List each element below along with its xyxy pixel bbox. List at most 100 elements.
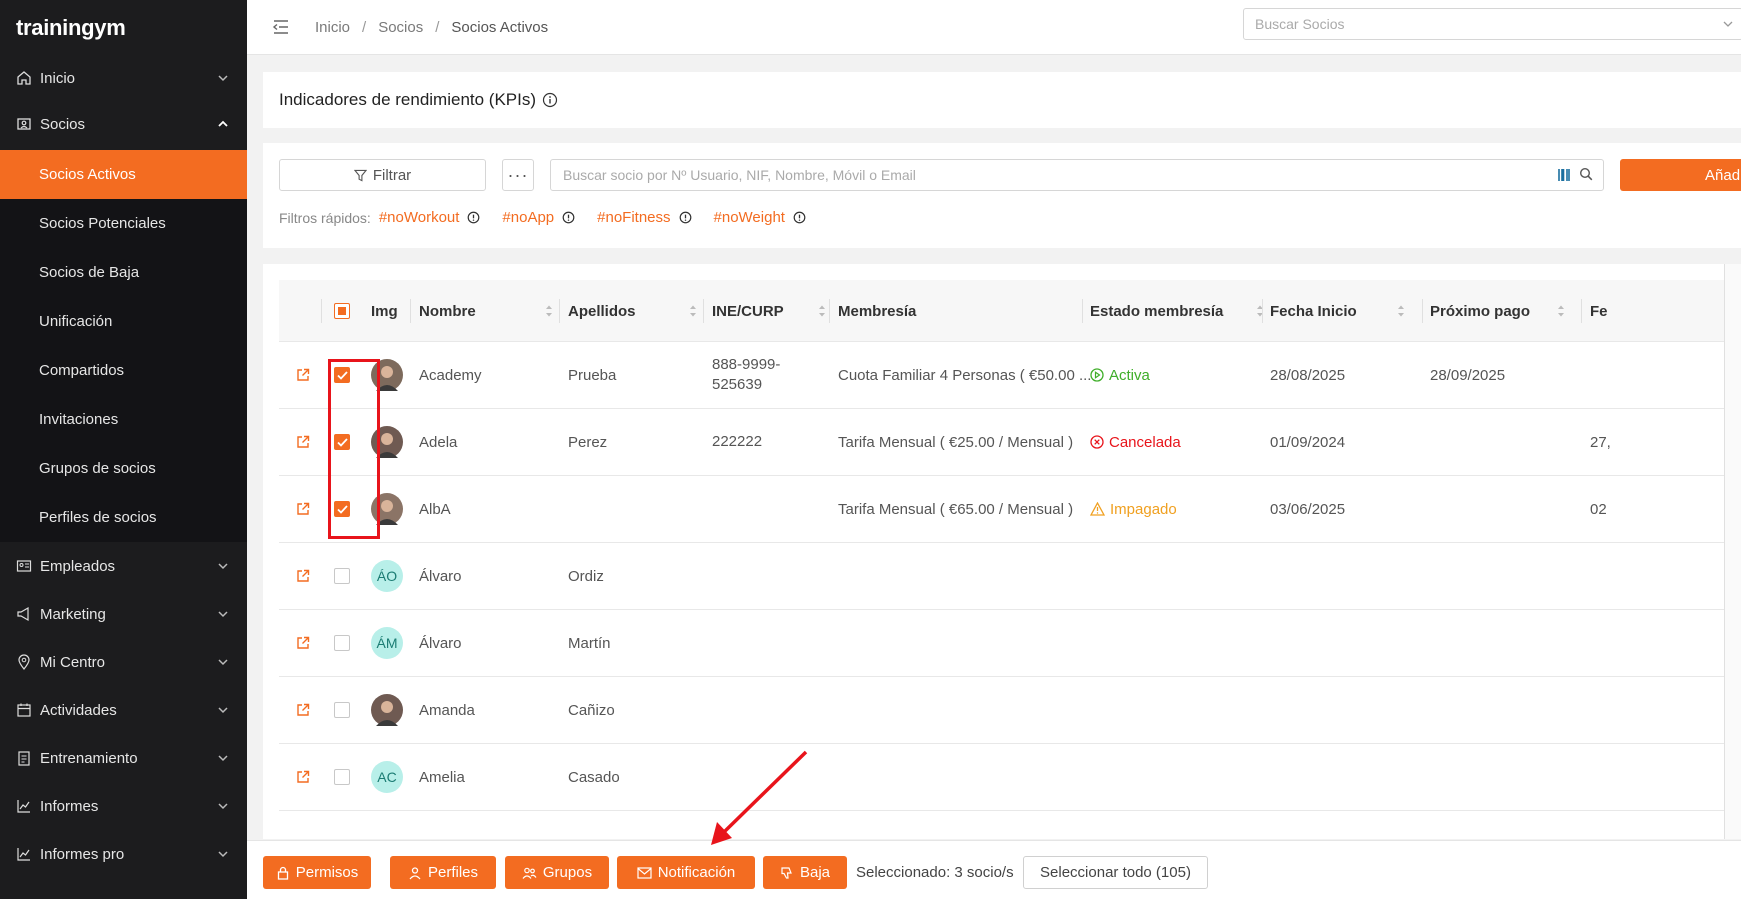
column-header-label: Próximo pago [1430, 302, 1531, 320]
select-all-checkbox[interactable] [334, 303, 350, 319]
table-row[interactable]: AC Amelia Casado [279, 744, 1741, 811]
perfiles-button[interactable]: Perfiles [390, 856, 496, 889]
sidebar-item-mi-centro[interactable]: Mi Centro [0, 638, 247, 686]
select-all-checkbox-cell[interactable] [334, 280, 350, 342]
open-member-link[interactable] [296, 610, 310, 676]
column-divider [829, 299, 830, 323]
row-checkbox[interactable] [334, 635, 350, 651]
notificacion-button[interactable]: Notificación [617, 856, 755, 889]
app-logo[interactable]: trainingym [0, 0, 247, 56]
notificacion-label: Notificación [657, 864, 736, 881]
sidebar-item-empleados[interactable]: Empleados [0, 542, 247, 590]
search-socios-select[interactable]: Buscar Socios [1243, 8, 1741, 40]
baja-button[interactable]: Baja [763, 856, 847, 889]
column-header-apellidos[interactable]: Apellidos [568, 280, 708, 342]
table-row[interactable]: AlbA Tarifa Mensual ( €65.00 / Mensual ) I… [279, 476, 1741, 543]
sidebar-sub-compartidos[interactable]: Compartidos [0, 346, 247, 395]
table-scroll-edge[interactable] [1724, 264, 1741, 839]
sidebar: trainingym Inicio Socios Socios Activos … [0, 0, 247, 899]
bulk-actions-bar: Permisos Perfiles Grupos Notificación Ba… [247, 840, 1741, 899]
cell-apellidos: Casado [568, 768, 620, 786]
row-checkbox[interactable] [334, 702, 350, 718]
row-checkbox-cell[interactable] [334, 677, 350, 743]
cell-membresia: Tarifa Mensual ( €25.00 / Mensual ) [838, 433, 1074, 451]
quick-filter-noweight[interactable]: #noWeight [714, 209, 820, 226]
sidebar-item-entrenamiento[interactable]: Entrenamiento [0, 734, 247, 782]
table-row[interactable]: Amanda Cañizo [279, 677, 1741, 744]
quick-filter-noapp[interactable]: #noApp [502, 209, 589, 226]
sidebar-sub-invitaciones[interactable]: Invitaciones [0, 395, 247, 444]
search-icon[interactable] [1579, 167, 1593, 181]
table-row[interactable]: Academy Prueba 888-9999-525639 Cuota Famili… [279, 342, 1741, 409]
info-icon[interactable] [562, 211, 575, 224]
cell-proximo-pago: 28/09/2025 [1430, 366, 1506, 384]
info-icon[interactable] [542, 92, 558, 108]
cell-nombre: Álvaro [419, 567, 462, 585]
table-row[interactable]: Adela Perez 222222 Tarifa Mensual ( €25.00 … [279, 409, 1741, 476]
socios-submenu: Socios Activos Socios Potenciales Socios… [0, 148, 247, 542]
lock-icon [277, 866, 288, 880]
sidebar-item-socios[interactable]: Socios [0, 100, 247, 148]
more-options-button[interactable]: ··· [502, 159, 534, 191]
filter-button-label: Filtrar [372, 166, 412, 184]
sidebar-sub-grupos[interactable]: Grupos de socios [0, 444, 247, 493]
chevron-down-icon [218, 707, 228, 714]
table-row[interactable]: ÁM Álvaro Martín [279, 610, 1741, 677]
grupos-button[interactable]: Grupos [505, 856, 609, 889]
column-header-img: Img [371, 302, 398, 320]
sidebar-sub-socios-baja[interactable]: Socios de Baja [0, 248, 247, 297]
column-header-nombre[interactable]: Nombre [419, 280, 559, 342]
open-member-link[interactable] [296, 543, 310, 609]
barcode-icon[interactable] [1557, 167, 1571, 183]
row-checkbox-cell[interactable] [334, 744, 350, 810]
sidebar-sub-socios-potenciales[interactable]: Socios Potenciales [0, 199, 247, 248]
quick-filter-noworkout[interactable]: #noWorkout [379, 209, 495, 226]
table-row[interactable]: ÁO Álvaro Ordiz [279, 543, 1741, 610]
column-header-ine[interactable]: INE/CURP [712, 280, 832, 342]
cell-nombre: AlbA [419, 500, 451, 518]
sort-icon[interactable] [1397, 304, 1405, 318]
column-header-estado[interactable]: Estado membresía [1090, 280, 1265, 342]
open-member-link[interactable] [296, 476, 310, 542]
filter-button[interactable]: Filtrar [279, 159, 486, 191]
collapse-menu-icon[interactable] [271, 18, 291, 36]
quick-filter-nofitness[interactable]: #noFitness [597, 209, 705, 226]
sidebar-item-informes-pro[interactable]: Informes pro [0, 830, 247, 878]
sort-icon[interactable] [689, 304, 697, 318]
open-member-link[interactable] [296, 677, 310, 743]
sidebar-sub-socios-activos[interactable]: Socios Activos [0, 150, 247, 199]
kpi-card[interactable]: Indicadores de rendimiento (KPIs) [263, 72, 1741, 128]
sort-icon[interactable] [545, 304, 553, 318]
sidebar-item-inicio[interactable]: Inicio [0, 56, 247, 100]
open-member-link[interactable] [296, 744, 310, 810]
column-header-fecha-inicio[interactable]: Fecha Inicio [1270, 280, 1410, 342]
add-member-button[interactable]: Añadi [1620, 159, 1741, 191]
member-search-input[interactable]: Buscar socio por Nº Usuario, NIF, Nombre… [550, 159, 1604, 191]
chevron-down-icon [218, 803, 228, 810]
sort-icon[interactable] [1557, 304, 1565, 318]
sidebar-item-marketing[interactable]: Marketing [0, 590, 247, 638]
cell-fe: 27, [1590, 433, 1611, 451]
row-checkbox-cell[interactable] [334, 543, 350, 609]
open-member-link[interactable] [296, 409, 310, 475]
row-checkbox-cell[interactable] [334, 610, 350, 676]
row-checkbox[interactable] [334, 769, 350, 785]
select-all-button[interactable]: Seleccionar todo (105) [1023, 856, 1208, 889]
sidebar-sub-perfiles[interactable]: Perfiles de socios [0, 493, 247, 542]
sidebar-item-label: Informes [40, 797, 99, 815]
info-icon[interactable] [793, 211, 806, 224]
sort-icon[interactable] [818, 304, 826, 318]
permisos-button[interactable]: Permisos [263, 856, 371, 889]
info-icon[interactable] [467, 211, 480, 224]
row-checkbox[interactable] [334, 568, 350, 584]
breadcrumb-socios[interactable]: Socios [378, 19, 423, 36]
sidebar-sub-unificacion[interactable]: Unificación [0, 297, 247, 346]
sidebar-item-label: Empleados [40, 557, 116, 575]
open-member-link[interactable] [296, 342, 310, 408]
breadcrumb-inicio[interactable]: Inicio [315, 19, 350, 36]
play-circle-icon [1090, 368, 1104, 382]
sidebar-item-actividades[interactable]: Actividades [0, 686, 247, 734]
column-header-proximo-pago[interactable]: Próximo pago [1430, 280, 1570, 342]
sidebar-item-informes[interactable]: Informes [0, 782, 247, 830]
info-icon[interactable] [679, 211, 692, 224]
